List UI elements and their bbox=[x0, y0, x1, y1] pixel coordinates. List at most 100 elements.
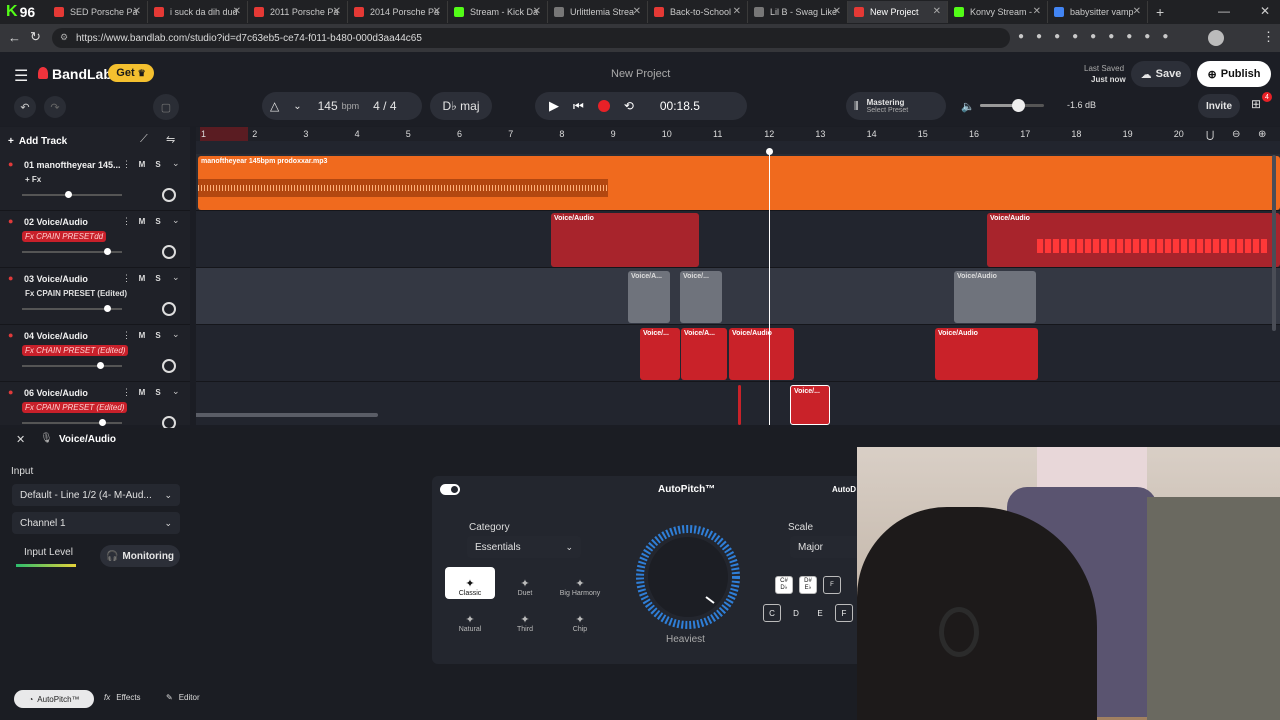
natural-key[interactable]: D bbox=[787, 604, 805, 622]
record-arm-icon[interactable]: ● bbox=[8, 216, 13, 226]
pan-knob[interactable] bbox=[162, 359, 176, 373]
browser-tab[interactable]: 2014 Porsche Pa ✕ bbox=[348, 1, 448, 23]
vertical-scrollbar[interactable] bbox=[1272, 155, 1276, 331]
chevron-down-icon[interactable]: ⌄ bbox=[172, 215, 180, 226]
lane-2[interactable]: Voice/Audio Voice/Audio bbox=[196, 211, 1280, 268]
clip-voice[interactable] bbox=[738, 385, 741, 425]
natural-key[interactable]: F bbox=[835, 604, 853, 622]
browser-tab[interactable]: Urlittlemia Strea ✕ bbox=[548, 1, 648, 23]
tab-close-icon[interactable]: ✕ bbox=[233, 6, 241, 17]
zoom-in-icon[interactable]: ⊕ bbox=[1258, 129, 1266, 140]
get-button[interactable]: Get ♛ bbox=[108, 64, 154, 82]
close-icon[interactable]: ✕ bbox=[16, 433, 25, 446]
redo-icon[interactable]: ↷ bbox=[44, 96, 66, 118]
horizontal-scrollbar[interactable] bbox=[196, 413, 378, 417]
natural-key[interactable]: C bbox=[763, 604, 781, 622]
record-icon[interactable] bbox=[597, 100, 610, 112]
lane-1[interactable]: manoftheyear 145bpm prodoxxar.mp3 bbox=[196, 154, 1280, 211]
input-device-select[interactable]: Default - Line 1/2 (4- M-Aud... ⌄ bbox=[12, 484, 180, 506]
master-volume-slider[interactable] bbox=[980, 99, 1044, 112]
publish-button[interactable]: ⊕ Publish bbox=[1197, 61, 1271, 87]
pan-knob[interactable] bbox=[162, 302, 176, 316]
clip-beat[interactable]: manoftheyear 145bpm prodoxxar.mp3 bbox=[198, 156, 1280, 210]
tab-close-icon[interactable]: ✕ bbox=[1033, 6, 1041, 17]
track-name[interactable]: 06 Voice/Audio bbox=[24, 388, 88, 398]
track-volume-knob[interactable] bbox=[96, 362, 104, 369]
mute-button[interactable]: M bbox=[135, 329, 149, 342]
autopitch-mode[interactable]: ✦ Duet bbox=[500, 567, 550, 599]
lane-4[interactable]: Voice/... Voice/A... Voice/Audio Voice/A… bbox=[196, 325, 1280, 382]
autopitch-mode[interactable]: ✦ Third bbox=[500, 603, 550, 635]
tab-editor[interactable]: ✎ Editor bbox=[166, 693, 200, 702]
site-info-icon[interactable]: ⚙ bbox=[60, 32, 68, 43]
track-volume-slider[interactable] bbox=[22, 191, 122, 198]
new-tab-button[interactable]: + bbox=[1156, 4, 1164, 20]
solo-button[interactable]: S bbox=[151, 215, 165, 228]
loop-icon[interactable]: ⟲ bbox=[624, 99, 634, 113]
sharp-key[interactable]: D# E♭ bbox=[799, 576, 817, 594]
clip-voice[interactable]: Voice/A... bbox=[681, 328, 727, 380]
tab-close-icon[interactable]: ✕ bbox=[733, 6, 741, 17]
tab-effects[interactable]: fx Effects bbox=[104, 693, 141, 702]
playhead[interactable] bbox=[769, 149, 770, 425]
tab-close-icon[interactable]: ✕ bbox=[333, 6, 341, 17]
autopitch-mode[interactable]: ✦ Classic bbox=[445, 567, 495, 599]
track-header[interactable]: ● 03 Voice/Audio Fx CPAIN PRESET (Edited) ⋮… bbox=[0, 268, 190, 325]
chevron-down-icon[interactable]: ⌄ bbox=[172, 158, 180, 169]
tab-autopitch[interactable]: ◔ AutoPitch™ bbox=[14, 690, 94, 708]
track-menu-icon[interactable]: ⋮ bbox=[122, 387, 131, 398]
bandlab-logo[interactable]: BandLab bbox=[52, 66, 112, 82]
playhead-handle[interactable] bbox=[766, 148, 773, 155]
mute-button[interactable]: M bbox=[135, 215, 149, 228]
track-volume-slider[interactable] bbox=[22, 419, 122, 426]
solo-button[interactable]: S bbox=[151, 386, 165, 399]
tab-close-icon[interactable]: ✕ bbox=[133, 6, 141, 17]
track-fx-chain[interactable]: Fx CPAIN PRESET (Edited) bbox=[22, 402, 128, 413]
clip-voice[interactable]: Voice/Audio bbox=[954, 271, 1036, 323]
browser-tab[interactable]: New Project ✕ bbox=[848, 1, 948, 23]
metronome-icon[interactable]: △ bbox=[270, 99, 279, 113]
browser-tab[interactable]: Stream - Kick Da ✕ bbox=[448, 1, 548, 23]
track-header[interactable]: ● 01 manoftheyear 145... + Fx ⋮ M S ⌄ bbox=[0, 154, 190, 211]
key-button[interactable]: D♭ maj bbox=[430, 92, 492, 120]
tab-close-icon[interactable]: ✕ bbox=[833, 6, 841, 17]
ruler[interactable]: 1 2 3 4 5 6 7 8 9 10 11 12 13 14 15 16 17 18 19 20 bbox=[196, 127, 1280, 141]
track-name[interactable]: 02 Voice/Audio bbox=[24, 217, 88, 227]
magnet-icon[interactable]: ⋃ bbox=[1206, 130, 1214, 141]
autopitch-toggle[interactable] bbox=[440, 484, 460, 495]
track-volume-knob[interactable] bbox=[98, 419, 106, 426]
save-button[interactable]: ☁ Save bbox=[1131, 61, 1191, 87]
browser-tab[interactable]: i suck da dih dud ✕ bbox=[148, 1, 248, 23]
solo-button[interactable]: S bbox=[151, 158, 165, 171]
tab-close-icon[interactable]: ✕ bbox=[633, 6, 641, 17]
reload-icon[interactable]: ↻ bbox=[30, 29, 41, 45]
solo-button[interactable]: S bbox=[151, 272, 165, 285]
profile-avatar[interactable] bbox=[1208, 30, 1224, 46]
browser-tab[interactable]: Lil B - Swag Like ✕ bbox=[748, 1, 848, 23]
track-header[interactable]: ● 04 Voice/Audio Fx CHAIN PRESET (Edited) ⋮… bbox=[0, 325, 190, 382]
time-signature[interactable]: 4 / 4 bbox=[373, 99, 396, 113]
autopitch-mode[interactable]: ✦ Big Harmony bbox=[555, 567, 605, 599]
clip-voice[interactable]: Voice/Audio bbox=[987, 213, 1280, 267]
kick-logo-icon[interactable]: K 96 bbox=[0, 0, 35, 24]
track-fx-chain[interactable]: Fx CHAIN PRESET (Edited) bbox=[22, 345, 129, 356]
layout-icon[interactable]: ▢ bbox=[153, 94, 179, 120]
track-name[interactable]: 01 manoftheyear 145... bbox=[24, 160, 121, 170]
browser-tab[interactable]: 2011 Porsche Pa ✕ bbox=[248, 1, 348, 23]
chevron-down-icon[interactable]: ⌄ bbox=[172, 329, 180, 340]
track-menu-icon[interactable]: ⋮ bbox=[122, 159, 131, 170]
sharp-key[interactable]: F bbox=[823, 576, 841, 594]
track-menu-icon[interactable]: ⋮ bbox=[122, 273, 131, 284]
pan-knob[interactable] bbox=[162, 188, 176, 202]
record-arm-icon[interactable]: ● bbox=[8, 387, 13, 397]
record-arm-icon[interactable]: ● bbox=[8, 330, 13, 340]
hamburger-icon[interactable]: ☰ bbox=[14, 66, 28, 86]
mastering-button[interactable]: ⫼ Mastering Select Preset bbox=[846, 92, 946, 120]
invite-button[interactable]: Invite bbox=[1198, 94, 1240, 118]
track-menu-icon[interactable]: ⋮ bbox=[122, 330, 131, 341]
autopitch-mode[interactable]: ✦ Natural bbox=[445, 603, 495, 635]
track-volume-slider[interactable] bbox=[22, 248, 122, 255]
track-fx-chain[interactable]: + Fx bbox=[22, 174, 44, 185]
track-volume-knob[interactable] bbox=[103, 248, 111, 255]
track-fx-chain[interactable]: Fx CPAIN PRESETdd bbox=[22, 231, 107, 242]
